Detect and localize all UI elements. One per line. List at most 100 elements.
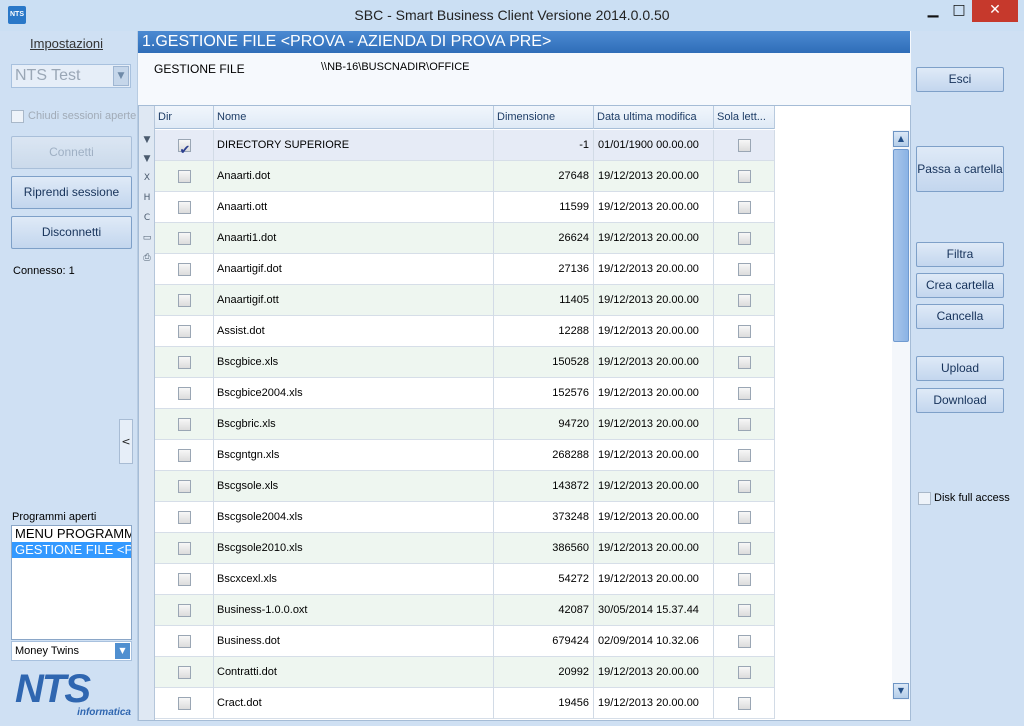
filter-icon[interactable]: ▼ <box>140 132 154 148</box>
size-cell[interactable]: 373248 <box>494 502 594 533</box>
name-cell[interactable]: Bscxcexl.xls <box>214 564 494 595</box>
dir-checkbox[interactable] <box>177 293 191 307</box>
readonly-cell[interactable] <box>714 347 775 378</box>
dir-cell[interactable] <box>155 626 214 657</box>
readonly-cell[interactable] <box>714 533 775 564</box>
table-row[interactable]: Anaarti.ott 11599 19/12/2013 20.00.00 <box>155 192 775 223</box>
size-cell[interactable]: 27136 <box>494 254 594 285</box>
readonly-checkbox[interactable] <box>737 510 751 524</box>
table-row[interactable]: Business.dot 679424 02/09/2014 10.32.06 <box>155 626 775 657</box>
name-cell[interactable]: DIRECTORY SUPERIORE <box>214 130 494 161</box>
size-cell[interactable]: 143872 <box>494 471 594 502</box>
readonly-cell[interactable] <box>714 130 775 161</box>
readonly-cell[interactable] <box>714 564 775 595</box>
table-row[interactable]: Anaarti.dot 27648 19/12/2013 20.00.00 <box>155 161 775 192</box>
name-cell[interactable]: Anaarti1.dot <box>214 223 494 254</box>
dir-checkbox[interactable] <box>177 355 191 369</box>
readonly-checkbox[interactable] <box>737 138 751 152</box>
readonly-cell[interactable] <box>714 254 775 285</box>
column-header-dir[interactable]: Dir <box>155 106 214 129</box>
readonly-cell[interactable] <box>714 688 775 719</box>
open-program-item-selected[interactable]: GESTIONE FILE <PROVA <box>12 542 131 558</box>
disk-full-access-checkbox[interactable] <box>918 491 931 505</box>
readonly-cell[interactable] <box>714 657 775 688</box>
dir-cell[interactable] <box>155 533 214 564</box>
readonly-checkbox[interactable] <box>737 634 751 648</box>
module-select[interactable]: Money Twins ▼ <box>11 641 132 661</box>
filter-button[interactable]: Filtra <box>916 242 1004 267</box>
name-cell[interactable]: Business-1.0.0.oxt <box>214 595 494 626</box>
date-cell[interactable]: 19/12/2013 20.00.00 <box>594 254 714 285</box>
date-cell[interactable]: 19/12/2013 20.00.00 <box>594 564 714 595</box>
dir-checkbox[interactable] <box>177 634 191 648</box>
dir-checkbox[interactable] <box>177 541 191 555</box>
close-sessions-checkbox[interactable] <box>11 109 24 123</box>
size-cell[interactable]: 42087 <box>494 595 594 626</box>
dir-checkbox[interactable] <box>177 386 191 400</box>
date-cell[interactable]: 19/12/2013 20.00.00 <box>594 533 714 564</box>
column-header-size[interactable]: Dimensione <box>494 106 594 129</box>
readonly-checkbox[interactable] <box>737 355 751 369</box>
grid-scrollbar[interactable]: ▲ ▼ <box>892 130 910 700</box>
date-cell[interactable]: 19/12/2013 20.00.00 <box>594 657 714 688</box>
readonly-cell[interactable] <box>714 502 775 533</box>
dir-checkbox[interactable] <box>177 169 191 183</box>
date-cell[interactable]: 19/12/2013 20.00.00 <box>594 192 714 223</box>
table-row[interactable]: Anaartigif.dot 27136 19/12/2013 20.00.00 <box>155 254 775 285</box>
dir-cell[interactable] <box>155 130 214 161</box>
chevron-down-icon[interactable]: ▼ <box>115 643 130 659</box>
name-cell[interactable]: Contratti.dot <box>214 657 494 688</box>
dir-checkbox[interactable] <box>177 510 191 524</box>
dir-checkbox[interactable] <box>177 479 191 493</box>
date-cell[interactable]: 19/12/2013 20.00.00 <box>594 440 714 471</box>
name-cell[interactable]: Bscgbric.xls <box>214 409 494 440</box>
size-cell[interactable]: 11405 <box>494 285 594 316</box>
company-select[interactable]: NTS Test ▼ <box>11 64 131 88</box>
dir-cell[interactable] <box>155 223 214 254</box>
export-excel-icon[interactable]: X <box>140 170 154 186</box>
name-cell[interactable]: Anaarti.dot <box>214 161 494 192</box>
table-row[interactable]: Anaarti1.dot 26624 19/12/2013 20.00.00 <box>155 223 775 254</box>
readonly-checkbox[interactable] <box>737 448 751 462</box>
size-cell[interactable]: 20992 <box>494 657 594 688</box>
readonly-cell[interactable] <box>714 471 775 502</box>
readonly-cell[interactable] <box>714 285 775 316</box>
name-cell[interactable]: Business.dot <box>214 626 494 657</box>
date-cell[interactable]: 19/12/2013 20.00.00 <box>594 378 714 409</box>
dir-cell[interactable] <box>155 192 214 223</box>
date-cell[interactable]: 19/12/2013 20.00.00 <box>594 347 714 378</box>
settings-link[interactable]: Impostazioni <box>30 36 103 51</box>
scroll-down-icon[interactable]: ▼ <box>893 683 909 699</box>
name-cell[interactable]: Anaartigif.dot <box>214 254 494 285</box>
size-cell[interactable]: 19456 <box>494 688 594 719</box>
size-cell[interactable]: 679424 <box>494 626 594 657</box>
name-cell[interactable]: Bscgsole.xls <box>214 471 494 502</box>
close-sessions-option[interactable]: Chiudi sessioni aperte <box>11 109 141 125</box>
export-csv-icon[interactable]: C <box>140 210 154 226</box>
minimize-button[interactable]: ▁ <box>918 0 948 22</box>
date-cell[interactable]: 19/12/2013 20.00.00 <box>594 285 714 316</box>
dir-checkbox[interactable] <box>177 135 191 161</box>
dir-cell[interactable] <box>155 471 214 502</box>
maximize-button[interactable]: □ <box>946 0 972 22</box>
filter-clear-icon[interactable]: ▼ <box>140 151 154 167</box>
readonly-cell[interactable] <box>714 378 775 409</box>
dir-cell[interactable] <box>155 254 214 285</box>
readonly-cell[interactable] <box>714 223 775 254</box>
table-row[interactable]: Bscgsole2004.xls 373248 19/12/2013 20.00.0… <box>155 502 775 533</box>
name-cell[interactable]: Bscgntgn.xls <box>214 440 494 471</box>
date-cell[interactable]: 01/01/1900 00.00.00 <box>594 130 714 161</box>
dir-cell[interactable] <box>155 440 214 471</box>
table-row[interactable]: Business-1.0.0.oxt 42087 30/05/2014 15.37.… <box>155 595 775 626</box>
dir-checkbox[interactable] <box>177 448 191 462</box>
table-row[interactable]: Bscgntgn.xls 268288 19/12/2013 20.00.00 <box>155 440 775 471</box>
name-cell[interactable]: Assist.dot <box>214 316 494 347</box>
readonly-checkbox[interactable] <box>737 479 751 493</box>
dir-cell[interactable] <box>155 378 214 409</box>
dir-checkbox[interactable] <box>177 665 191 679</box>
readonly-checkbox[interactable] <box>737 603 751 617</box>
disconnect-button[interactable]: Disconnetti <box>11 216 132 249</box>
dir-cell[interactable] <box>155 285 214 316</box>
column-header-date[interactable]: Data ultima modifica <box>594 106 714 129</box>
dir-checkbox[interactable] <box>177 231 191 245</box>
